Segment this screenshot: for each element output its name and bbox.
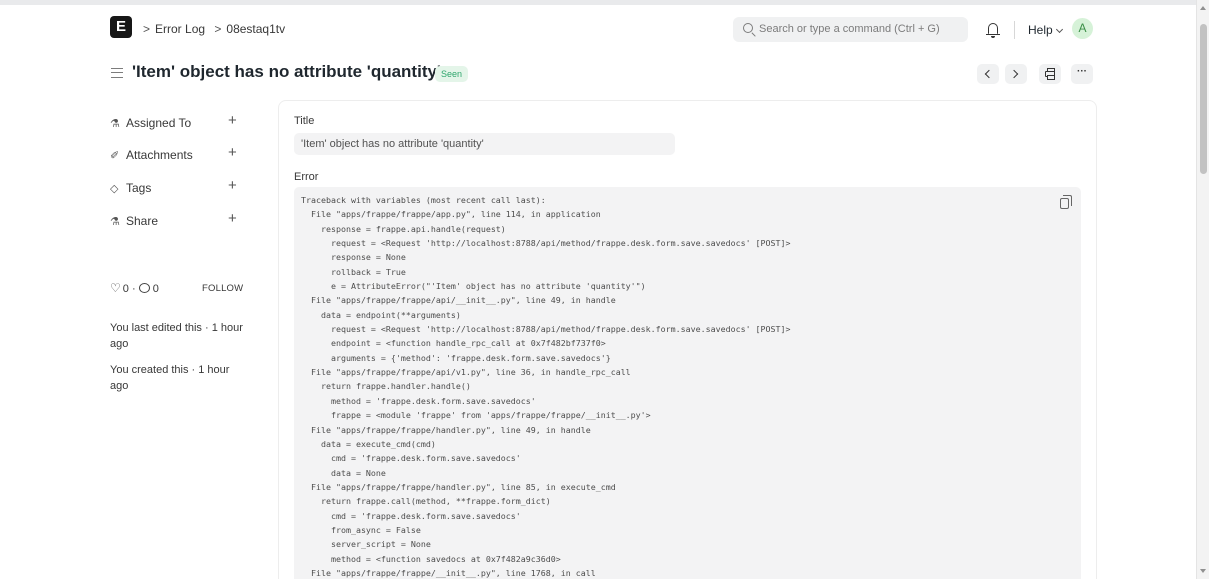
assign-icon: ⚗ <box>110 118 120 130</box>
menu-icon[interactable] <box>111 68 123 78</box>
share-icon: ⚗ <box>110 216 120 228</box>
add-attachment-button[interactable]: + <box>228 145 237 160</box>
status-badge: Seen <box>435 66 469 82</box>
previous-button[interactable] <box>977 64 999 84</box>
sidebar-item-label: Tags <box>126 181 152 195</box>
paperclip-icon: ✐ <box>110 150 120 162</box>
likes-count: 0 <box>122 283 129 295</box>
search-placeholder: Search or type a command (Ctrl + G) <box>759 23 940 35</box>
sidebar-item-label: Share <box>126 214 159 228</box>
breadcrumb-error-log[interactable]: Error Log <box>155 22 205 36</box>
scrollbar-thumb[interactable] <box>1200 24 1207 174</box>
page-title: 'Item' object has no attribute 'quantity… <box>132 62 441 81</box>
breadcrumb-record[interactable]: 08estaq1tv <box>226 22 285 36</box>
heart-icon[interactable]: ♡ <box>110 281 121 295</box>
chevron-down-icon <box>1055 25 1063 34</box>
tag-icon: ◇ <box>110 183 119 195</box>
help-dropdown[interactable]: Help <box>1028 23 1063 37</box>
breadcrumb: > Error Log >08estaq1tv <box>143 22 285 36</box>
app-logo[interactable]: E <box>110 16 132 38</box>
chevron-right-icon <box>1009 69 1019 79</box>
breadcrumb-chevron-icon: > <box>214 22 222 36</box>
add-share-button[interactable]: + <box>228 211 237 226</box>
more-button[interactable]: ··· <box>1071 64 1093 84</box>
printer-icon <box>1045 68 1055 80</box>
add-assignee-button[interactable]: + <box>228 113 237 128</box>
follow-button[interactable]: FOLLOW <box>202 283 243 294</box>
search-input[interactable]: Search or type a command (Ctrl + G) <box>733 17 968 42</box>
comment-icon[interactable] <box>138 283 150 293</box>
created-text: You created this · 1 hour ago <box>110 364 230 392</box>
last-edited-text: You last edited this · 1 hour ago <box>110 322 243 350</box>
sidebar-item-assigned-to[interactable]: ⚗ Assigned To <box>110 116 191 130</box>
scroll-up-icon[interactable] <box>1200 6 1206 10</box>
sidebar-item-share[interactable]: ⚗ Share <box>110 214 158 228</box>
more-icon: ··· <box>1077 66 1087 77</box>
scroll-down-icon[interactable] <box>1200 569 1206 573</box>
add-tag-button[interactable]: + <box>228 178 237 193</box>
scrollbar[interactable] <box>1196 0 1209 579</box>
sidebar-item-tags[interactable]: ◇ Tags <box>110 181 151 195</box>
help-label: Help <box>1028 23 1053 37</box>
avatar[interactable]: A <box>1072 18 1093 39</box>
next-button[interactable] <box>1005 64 1027 84</box>
error-traceback: Traceback with variables (most recent ca… <box>301 195 791 578</box>
dot-separator: · <box>131 283 139 295</box>
title-field[interactable]: 'Item' object has no attribute 'quantity… <box>294 133 675 155</box>
title-label: Title <box>294 115 315 127</box>
like-comment-counts: ♡ 0 · 0 <box>110 281 159 295</box>
bell-icon[interactable] <box>986 23 1000 38</box>
sidebar-item-label: Attachments <box>126 148 193 162</box>
comments-count: 0 <box>152 283 159 295</box>
search-icon <box>743 23 753 33</box>
divider <box>1014 21 1015 39</box>
error-label: Error <box>294 171 319 183</box>
error-code-block[interactable]: Traceback with variables (most recent ca… <box>294 187 1081 579</box>
sidebar-item-label: Assigned To <box>126 116 192 130</box>
sidebar-item-attachments[interactable]: ✐ Attachments <box>110 148 193 162</box>
print-button[interactable] <box>1039 64 1061 84</box>
navbar: E > Error Log >08estaq1tv Search or type … <box>0 5 1196 53</box>
breadcrumb-chevron-icon: > <box>143 22 151 36</box>
copy-icon[interactable] <box>1060 195 1072 209</box>
chevron-left-icon <box>984 69 994 79</box>
